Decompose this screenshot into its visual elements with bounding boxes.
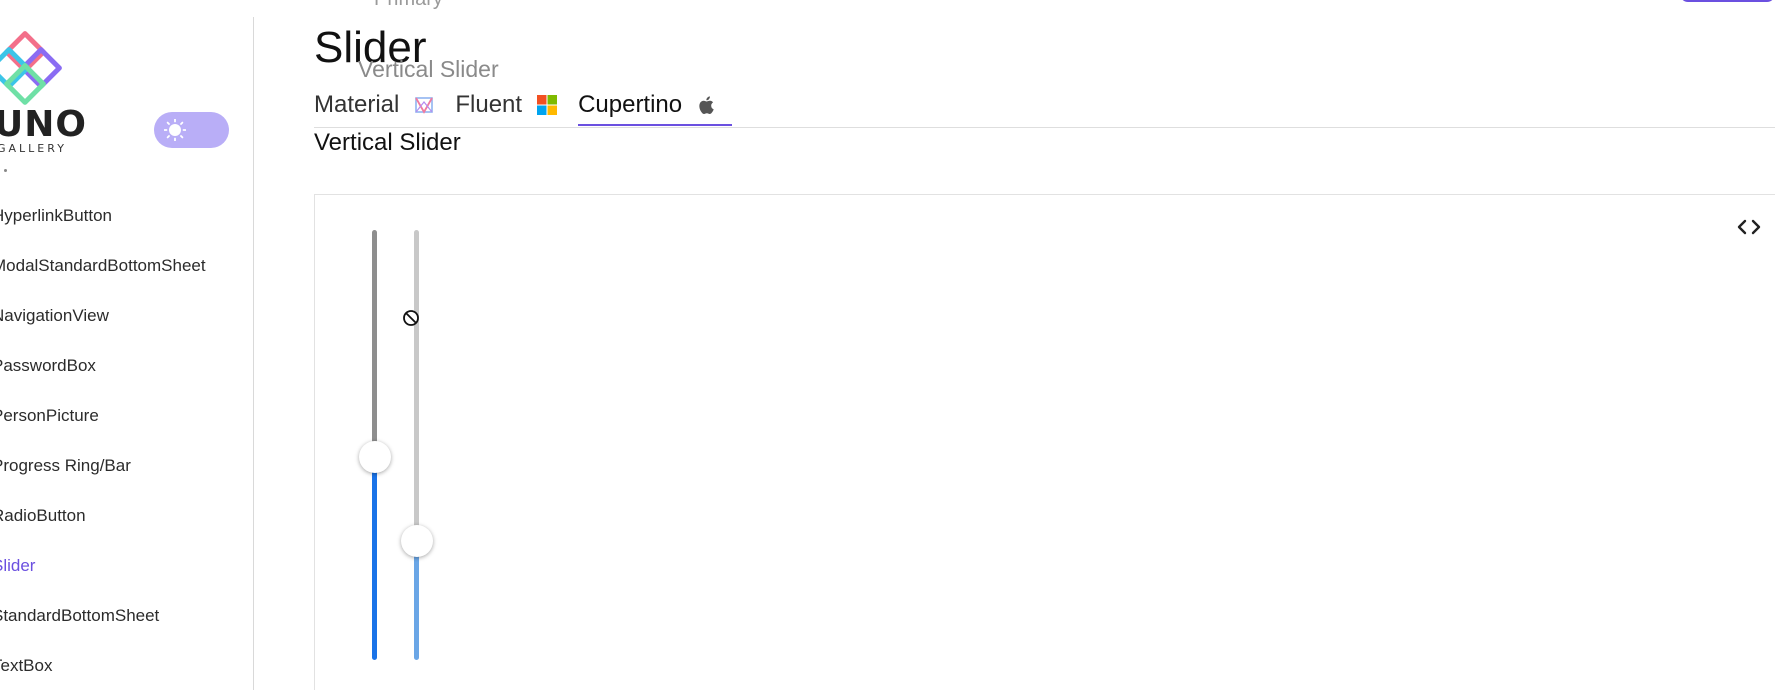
slider-thumb[interactable] [400,524,433,557]
slider-track-remaining [414,230,419,541]
sidebar-item-passwordbox[interactable]: PasswordBox [0,347,252,397]
tab-label: Cupertino [578,91,683,118]
tab-material[interactable]: Material [314,84,435,126]
sidebar-item-radiobutton[interactable]: RadioButton [0,497,252,547]
tab-label: Material [314,91,400,118]
sidebar-item-hyperlinkbutton[interactable]: HyperlinkButton [0,197,252,247]
ghost-primary-button[interactable] [1680,0,1775,2]
sidebar-item-textbox[interactable]: TextBox [0,647,252,690]
vertical-slider-1[interactable] [358,230,391,660]
tab-cupertino[interactable]: Cupertino [578,84,733,126]
design-system-tabs: Material Fluent Cupertino [314,84,738,128]
sidebar-item-personpicture[interactable]: PersonPicture [0,397,252,447]
windows-logo-icon [537,95,558,115]
sidebar: UNO GALLERY HyperlinkButton ModalStandar… [0,17,254,690]
vertical-slider-2[interactable] [400,230,433,660]
sample-card [314,194,1775,690]
logo-wordmark: UNO [0,104,87,145]
sidebar-item-navigationview[interactable]: NavigationView [0,297,252,347]
not-allowed-cursor-icon [403,310,419,326]
material-logo-icon [415,97,434,114]
logo-subtitle: GALLERY [0,142,67,155]
slider-thumb[interactable] [358,440,391,473]
sidebar-item-progress[interactable]: Progress Ring/Bar [0,447,252,497]
tab-fluent[interactable]: Fluent [455,84,558,126]
sidebar-nav: HyperlinkButton ModalStandardBottomSheet… [0,197,252,690]
section-title: Vertical Slider [314,129,461,156]
sidebar-item-slider[interactable]: Slider [0,547,252,597]
ghost-subtitle: Vertical Slider [358,56,499,82]
tab-label: Fluent [455,91,523,118]
sun-icon [164,119,186,141]
sidebar-item-standardbottomsheet[interactable]: StandardBottomSheet [0,597,252,647]
ghost-primary-label: Primary [374,0,443,11]
slider-track-remaining [372,230,377,457]
nav-scroll-indicator [4,169,7,172]
slider-track-filled [414,540,419,660]
apple-logo-icon [699,96,714,115]
slider-track-filled [372,456,377,660]
sidebar-item-modalstandardbottomsheet[interactable]: ModalStandardBottomSheet [0,247,252,297]
theme-toggle[interactable] [154,112,229,148]
tabs-divider [314,127,1775,128]
app-window: Primary UNO GALLERY [0,0,1775,690]
code-icon[interactable] [1734,214,1764,240]
